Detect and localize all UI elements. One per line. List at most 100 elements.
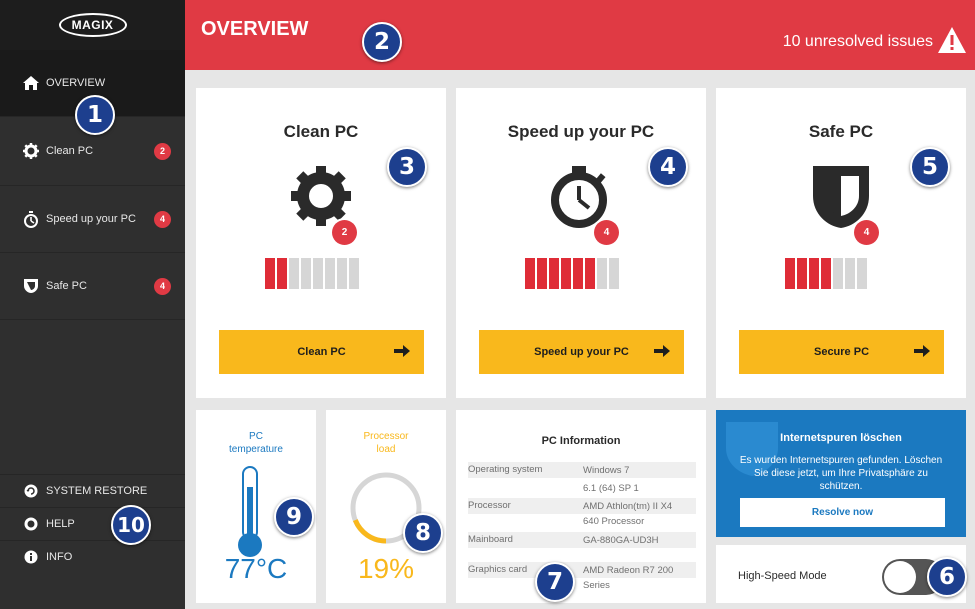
callout-marker: 1 xyxy=(75,95,115,135)
callout-marker: 2 xyxy=(362,22,402,62)
button-label: Speed up your PC xyxy=(534,346,629,358)
info-key: Operating system xyxy=(468,464,543,475)
shield-icon xyxy=(22,277,40,295)
arrow-right-icon xyxy=(394,345,410,357)
meter-segment xyxy=(289,258,299,289)
warning-icon[interactable] xyxy=(937,26,967,54)
processor-title: Processor load xyxy=(363,431,409,455)
meter-segment xyxy=(821,258,831,289)
help-button[interactable]: HELP xyxy=(0,507,185,540)
meter-segment xyxy=(785,258,795,289)
info-row-processor: Processor AMD Athlon(tm) II X4 xyxy=(468,498,696,514)
internet-tracks-panel: Internetspuren löschen Es wurden Interne… xyxy=(716,410,966,537)
issue-count-badge: 4 xyxy=(854,220,879,245)
magix-logo: MAGIX xyxy=(58,13,127,37)
bottom-item-label: SYSTEM RESTORE xyxy=(46,485,148,497)
speed-up-card: Speed up your PC 4 Speed up your PC xyxy=(456,88,706,398)
info-icon xyxy=(24,550,38,564)
info-value: AMD Radeon R7 200 xyxy=(583,565,674,576)
meter-segment xyxy=(313,258,323,289)
meter-segment xyxy=(537,258,547,289)
button-label: Secure PC xyxy=(813,346,870,358)
callout-marker: 8 xyxy=(403,513,443,553)
clean-pc-button[interactable]: Clean PC xyxy=(219,330,424,374)
bottom-item-label: HELP xyxy=(46,518,75,530)
info-value: GA-880GA-UD3H xyxy=(583,535,659,546)
card-title: Clean PC xyxy=(283,122,359,141)
restore-icon xyxy=(24,484,38,498)
pc-information-panel: PC Information Operating system Windows … xyxy=(456,410,706,603)
internet-tracks-title: Internetspuren löschen xyxy=(780,432,902,444)
header-bar: OVERVIEW 10 unresolved issues xyxy=(185,0,975,70)
speed-up-button[interactable]: Speed up your PC xyxy=(479,330,684,374)
meter-segment xyxy=(525,258,535,289)
meter-segment xyxy=(797,258,807,289)
info-row-os-version: 6.1 (64) SP 1 xyxy=(468,480,696,496)
info-button[interactable]: INFO xyxy=(0,540,185,573)
system-restore-button[interactable]: SYSTEM RESTORE xyxy=(0,474,185,507)
info-row-mainboard: Mainboard GA-880GA-UD3H xyxy=(468,532,696,548)
processor-load-widget: Processor load 19% xyxy=(326,410,446,603)
severity-meter xyxy=(525,258,619,289)
arrow-right-icon xyxy=(914,345,930,357)
info-row-processor-line2: 640 Processor xyxy=(468,514,696,530)
sidebar-item-safe-pc[interactable]: Safe PC 4 xyxy=(0,253,185,320)
sidebar-item-speed-up[interactable]: Speed up your PC 4 xyxy=(0,186,185,253)
sidebar-item-label: Speed up your PC xyxy=(46,213,136,225)
severity-meter xyxy=(265,258,359,289)
home-icon xyxy=(22,74,40,92)
meter-segment xyxy=(573,258,583,289)
card-title: Speed up your PC xyxy=(507,122,655,141)
meter-segment xyxy=(277,258,287,289)
meter-segment xyxy=(585,258,595,289)
meter-segment xyxy=(265,258,275,289)
meter-segment xyxy=(833,258,843,289)
card-title: Safe PC xyxy=(808,122,874,141)
meter-segment xyxy=(845,258,855,289)
bottom-item-label: INFO xyxy=(46,551,73,563)
severity-meter xyxy=(785,258,867,289)
button-label: Clean PC xyxy=(297,346,346,358)
info-row-graphics: Graphics card AMD Radeon R7 200 xyxy=(468,562,696,578)
page-title: OVERVIEW xyxy=(201,18,309,40)
sidebar-item-label: Clean PC xyxy=(46,145,94,157)
meter-segment xyxy=(857,258,867,289)
sidebar-item-label: OVERVIEW xyxy=(46,77,106,89)
info-value: Windows 7 xyxy=(583,465,630,476)
stopwatch-icon xyxy=(22,210,40,228)
callout-marker: 6 xyxy=(927,557,967,597)
callout-marker: 10 xyxy=(111,505,151,545)
logo-area: MAGIX xyxy=(0,0,185,50)
sidebar-item-label: Safe PC xyxy=(46,280,87,292)
meter-segment xyxy=(301,258,311,289)
resolve-now-button[interactable]: Resolve now xyxy=(740,498,945,527)
info-row-graphics-line2: Series xyxy=(468,578,696,594)
secure-pc-button[interactable]: Secure PC xyxy=(739,330,944,374)
issue-count-badge: 2 xyxy=(332,220,357,245)
callout-marker: 3 xyxy=(387,147,427,187)
temperature-title: PC temperature xyxy=(229,431,283,455)
lifebuoy-icon xyxy=(24,517,38,531)
info-key: Processor xyxy=(468,500,511,511)
sidebar: MAGIX OVERVIEW Clean PC 2 Speed up your … xyxy=(0,0,185,609)
clean-pc-card: Clean PC 2 Clean PC xyxy=(196,88,446,398)
meter-segment xyxy=(609,258,619,289)
callout-marker: 7 xyxy=(535,562,575,602)
high-speed-mode-label: High-Speed Mode xyxy=(738,570,827,582)
unresolved-issues-link[interactable]: 10 unresolved issues xyxy=(783,33,933,51)
info-row-os: Operating system Windows 7 xyxy=(468,462,696,478)
issue-count-badge: 4 xyxy=(154,277,171,295)
meter-segment xyxy=(561,258,571,289)
info-value: Series xyxy=(583,580,610,591)
safe-pc-card: Safe PC 4 Secure PC xyxy=(716,88,966,398)
info-value: AMD Athlon(tm) II X4 xyxy=(583,501,673,512)
gear-icon xyxy=(22,142,40,160)
callout-marker: 5 xyxy=(910,147,950,187)
arrow-right-icon xyxy=(654,345,670,357)
meter-segment xyxy=(349,258,359,289)
issue-count-badge: 4 xyxy=(594,220,619,245)
meter-segment xyxy=(325,258,335,289)
thermometer-icon xyxy=(238,466,262,557)
info-key: Mainboard xyxy=(468,534,513,545)
temperature-value: 77°C xyxy=(224,553,288,584)
